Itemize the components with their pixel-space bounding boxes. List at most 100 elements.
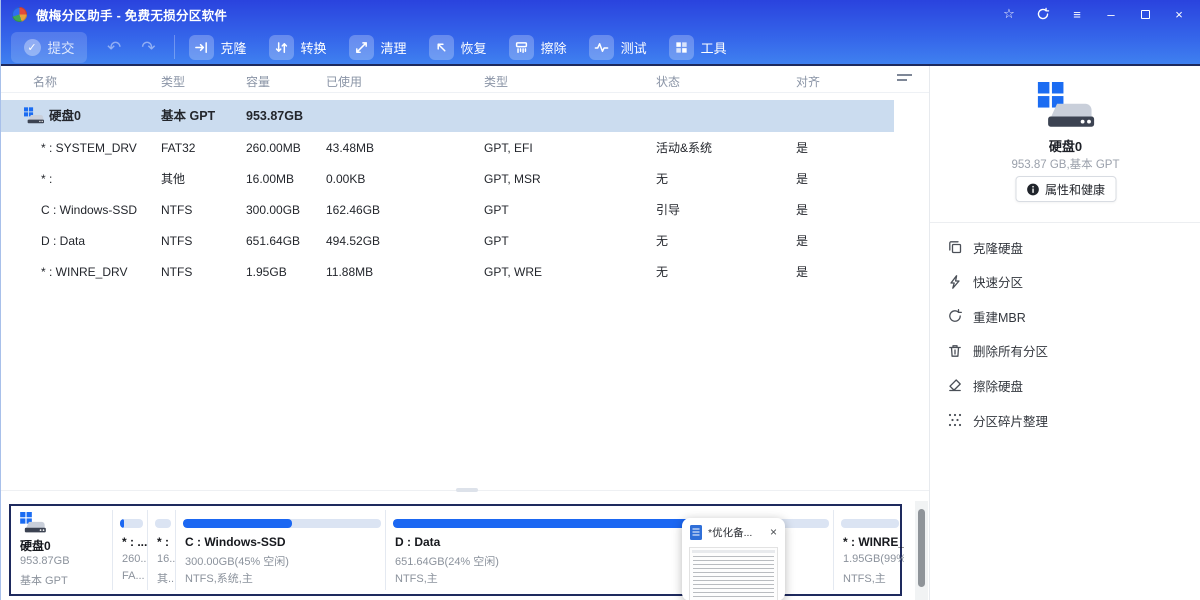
clean-icon (349, 35, 374, 60)
sidebar-item-label: 克隆硬盘 (973, 238, 1023, 257)
table-row[interactable]: D : DataNTFS651.64GB494.52GBGPT无是 (1, 226, 894, 257)
cell-fs: NTFS (161, 226, 192, 257)
sidebar-item-rebuild-mbr[interactable]: 重建MBR (930, 299, 1200, 333)
col-type2[interactable]: 类型 (484, 73, 508, 90)
cell-used: 494.52GB (326, 226, 380, 257)
col-status[interactable]: 状态 (656, 73, 680, 90)
partition-fs: NTFS,系统,主 (185, 570, 253, 586)
tools-icon (669, 35, 694, 60)
col-aligned[interactable]: 对齐 (796, 73, 820, 90)
disk-map-partition[interactable]: C : Windows-SSD300.00GB(45% 空闲)NTFS,系统,主 (178, 506, 386, 594)
cell-capacity: 16.00MB (246, 164, 294, 195)
properties-health-button[interactable]: 属性和健康 (1015, 176, 1116, 202)
partition-name: * : ... (122, 535, 147, 549)
favorite-star-icon[interactable]: ☆ (999, 4, 1019, 24)
minimize-icon[interactable]: – (1101, 4, 1121, 24)
disk-row-selected[interactable]: 硬盘0 基本 GPT 953.87GB (1, 100, 894, 132)
cell-status: 引导 (656, 195, 680, 226)
toolbar-button-test[interactable]: 测试 (589, 35, 647, 60)
titlebar[interactable]: 傲梅分区助手 - 免费无损分区软件 ☆≡–× (1, 0, 1200, 28)
delete-all-partitions-icon (947, 343, 963, 359)
partition-size: 651.64GB(24% 空闲) (395, 553, 499, 569)
usage-bar (155, 519, 171, 528)
cell-name: * : WINRE_DRV (41, 257, 127, 288)
cell-name: D : Data (41, 226, 85, 257)
col-capacity[interactable]: 容量 (246, 73, 270, 90)
cell-name: * : SYSTEM_DRV (41, 133, 137, 164)
check-icon: ✓ (24, 39, 41, 56)
col-type[interactable]: 类型 (161, 73, 185, 90)
submit-button[interactable]: ✓ 提交 (11, 32, 87, 63)
toolbar-button-erase[interactable]: 擦除 (509, 35, 567, 60)
refresh-icon[interactable] (1033, 4, 1053, 24)
notepad-thumbnail-popup[interactable]: *优化备... × (682, 518, 785, 600)
cell-type2: GPT (484, 195, 509, 226)
toolbar-button-tools[interactable]: 工具 (669, 35, 727, 60)
cell-capacity: 1.95GB (246, 257, 287, 288)
sidebar-item-wipe-disk[interactable]: 擦除硬盘 (930, 368, 1200, 402)
app-logo-icon (12, 7, 27, 22)
partition-name: * : (157, 535, 169, 549)
cell-status: 无 (656, 164, 668, 195)
usage-bar (120, 519, 143, 528)
disk-icon (20, 512, 46, 533)
popup-close-icon[interactable]: × (770, 525, 777, 539)
quick-partition-icon (947, 274, 963, 290)
submit-label: 提交 (48, 37, 75, 57)
partition-name: D : Data (395, 535, 440, 549)
disk-icon (24, 107, 44, 124)
toolbar-button-convert[interactable]: 转换 (269, 35, 327, 60)
toolbar-button-label: 转换 (301, 38, 327, 57)
cell-fs: NTFS (161, 195, 192, 226)
partition-fs: 其... (157, 570, 176, 586)
popup-header: *优化备... × (682, 518, 785, 546)
toolbar-button-restore[interactable]: 恢复 (429, 35, 487, 60)
panel-resize-handle[interactable] (456, 488, 478, 492)
disk-icon-large (1037, 82, 1095, 128)
toolbar-button-clean[interactable]: 清理 (349, 35, 407, 60)
table-header: 名称 类型 容量 已使用 类型 状态 对齐 (1, 69, 929, 93)
disk-map-partition[interactable]: * : WINRE_...1.95GB(99%...NTFS,主 (836, 506, 904, 594)
disk-map-partition[interactable]: * : ...260...FA... (115, 506, 148, 594)
clone-disk-icon (947, 239, 963, 255)
toolbar-separator (174, 35, 175, 59)
disk-map-scrollbar[interactable] (915, 501, 928, 600)
col-used[interactable]: 已使用 (326, 73, 362, 90)
column-settings-icon[interactable] (897, 73, 912, 88)
sidebar-item-quick-partition[interactable]: 快速分区 (930, 265, 1200, 299)
cell-name: * : (41, 164, 52, 195)
notepad-icon (690, 525, 702, 540)
rebuild-mbr-icon (947, 308, 963, 324)
cell-used: 11.88MB (326, 257, 373, 288)
restore-icon (429, 35, 454, 60)
menu-icon[interactable]: ≡ (1067, 4, 1087, 24)
scrollbar-thumb[interactable] (918, 509, 925, 587)
table-row[interactable]: * : SYSTEM_DRVFAT32260.00MB43.48MBGPT, E… (1, 133, 894, 164)
sidebar-disk-info: 953.87 GB,基本 GPT (930, 156, 1200, 172)
map-disk-name: 硬盘0 (20, 537, 51, 554)
erase-icon (509, 35, 534, 60)
properties-health-label: 属性和健康 (1045, 181, 1105, 198)
col-name[interactable]: 名称 (33, 73, 57, 90)
sidebar-item-delete-all-partitions[interactable]: 删除所有分区 (930, 334, 1200, 368)
sidebar-disk-name: 硬盘0 (930, 136, 1200, 155)
redo-icon[interactable]: ↷ (141, 39, 155, 56)
table-row[interactable]: * :其他16.00MB0.00KBGPT, MSR无是 (1, 164, 894, 195)
disk-map-disk-block[interactable]: 硬盘0 953.87GB 基本 GPT (11, 506, 113, 594)
disk-map-partition[interactable]: * :16....其... (150, 506, 176, 594)
partition-fs: NTFS,主 (843, 570, 886, 586)
app-header: 傲梅分区助手 - 免费无损分区软件 ☆≡–× ✓ 提交 ↶ ↷ 克隆转换清理恢复… (1, 0, 1200, 66)
sidebar-item-defrag[interactable]: 分区碎片整理 (930, 403, 1200, 437)
document-thumbnail[interactable] (689, 547, 778, 600)
table-row[interactable]: * : WINRE_DRVNTFS1.95GB11.88MBGPT, WRE无是 (1, 257, 894, 288)
close-icon[interactable]: × (1169, 4, 1189, 24)
toolbar-button-clone[interactable]: 克隆 (189, 35, 247, 60)
main-toolbar: ✓ 提交 ↶ ↷ 克隆 转换 清理恢复擦除 测试 工具 (1, 28, 1200, 66)
table-row[interactable]: C : Windows-SSDNTFS300.00GB162.46GBGPT引导… (1, 195, 894, 226)
partition-fs: NTFS,主 (395, 570, 438, 586)
disk-map-panel: 硬盘0 953.87GB 基本 GPT * : ...260...FA...* … (1, 490, 929, 600)
sidebar-item-clone-disk[interactable]: 克隆硬盘 (930, 230, 1200, 264)
toolbar-button-label: 测试 (621, 38, 647, 57)
maximize-icon[interactable] (1135, 4, 1155, 24)
undo-icon[interactable]: ↶ (107, 39, 121, 56)
